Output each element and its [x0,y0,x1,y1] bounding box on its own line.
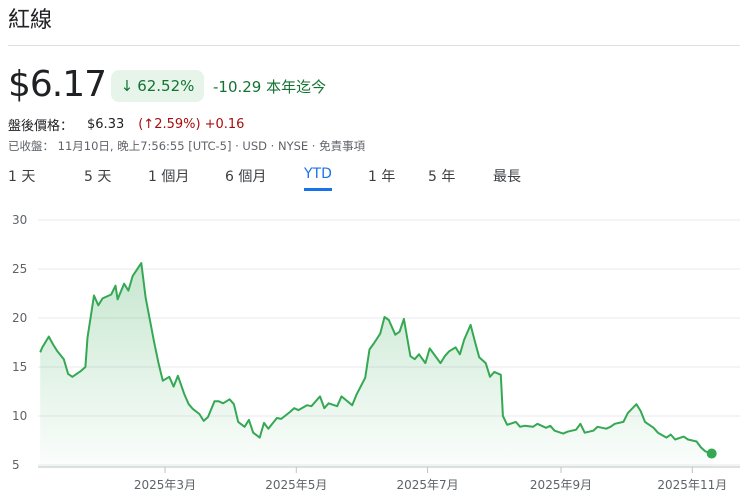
x-tick-label-4: 2025年11月 [657,478,727,492]
y-tick-label-0: 5 [12,458,20,472]
y-tick-label-3: 20 [12,311,27,325]
price-chart: 5 10 15 20 25 30 2025年3月 2025年5月 2025年7月 2025年9月 2… [12,213,740,492]
y-tick-label-2: 15 [12,360,27,374]
x-tick-label-0: 2025年3月 [134,478,196,492]
y-tick-label-5: 30 [12,213,27,227]
x-tick-label-2: 2025年7月 [396,478,458,492]
last-price-dot [706,448,717,459]
series-area [40,263,712,467]
x-tick-label-1: 2025年5月 [265,478,327,492]
y-tick-label-4: 25 [12,262,27,276]
x-tick-label-3: 2025年9月 [530,478,592,492]
y-tick-label-1: 10 [12,409,27,423]
